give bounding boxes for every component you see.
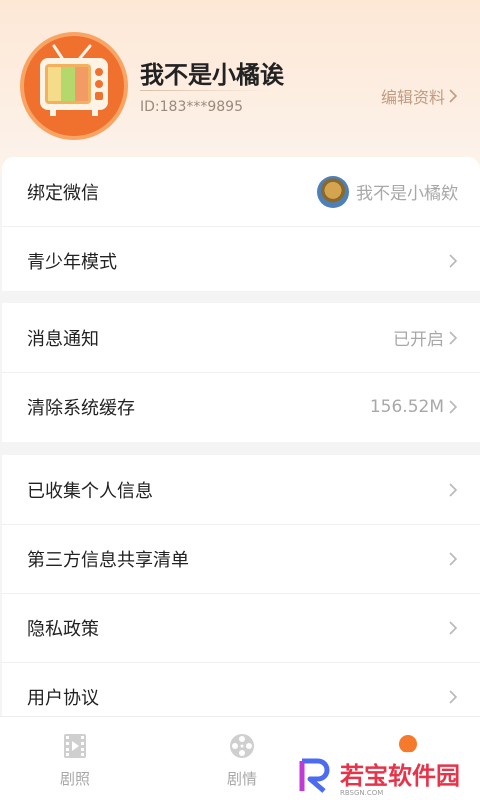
watermark-text: 若宝软件园 bbox=[340, 762, 460, 790]
chevron-right-icon bbox=[449, 552, 458, 566]
personal-info-label: 已收集个人信息 bbox=[27, 480, 153, 502]
bind-wechat-label: 绑定微信 bbox=[27, 182, 99, 204]
user-nickname: 我不是小橘诶 bbox=[140, 61, 284, 89]
teen-mode-row[interactable]: 青少年模式 bbox=[2, 226, 480, 295]
chevron-right-icon bbox=[449, 482, 458, 497]
user-id: ID:183***9895 bbox=[140, 99, 243, 115]
privacy-policy-label: 隐私政策 bbox=[27, 619, 99, 640]
third-party-sharing-label: 第三方信息共享清单 bbox=[27, 550, 189, 571]
chevron-right-icon bbox=[449, 89, 458, 103]
account-card: 绑定微信 我不是小橘欸 青少年模式 bbox=[2, 157, 480, 291]
bind-wechat-row[interactable]: 绑定微信 我不是小橘欸 bbox=[2, 157, 480, 226]
header-divider bbox=[140, 90, 270, 91]
film-icon bbox=[64, 734, 86, 758]
tab-me[interactable] bbox=[368, 727, 448, 753]
edit-profile-button[interactable]: 编辑资料 bbox=[381, 84, 458, 108]
privacy-card: 已收集个人信息 第三方信息共享清单 隐私政策 用户协议 bbox=[2, 455, 480, 735]
tab-plot[interactable]: 剧情 bbox=[202, 731, 282, 789]
third-party-sharing-row[interactable]: 第三方信息共享清单 bbox=[2, 524, 480, 593]
settings-card: 消息通知 已开启 清除系统缓存 156.52M bbox=[2, 303, 480, 442]
profile-header: 我不是小橘诶 ID:183***9895 编辑资料 bbox=[0, 0, 480, 175]
tab-stills-label: 剧照 bbox=[59, 770, 90, 788]
wechat-avatar bbox=[317, 175, 349, 208]
watermark-r-icon bbox=[299, 758, 330, 793]
privacy-policy-row[interactable]: 隐私政策 bbox=[2, 593, 480, 662]
notification-row[interactable]: 消息通知 已开启 bbox=[2, 303, 480, 372]
chevron-right-icon bbox=[449, 400, 458, 414]
me-icon bbox=[399, 735, 417, 753]
teen-mode-label: 青少年模式 bbox=[27, 252, 117, 273]
notification-status: 已开启 bbox=[393, 330, 444, 350]
tab-stills[interactable]: 剧照 bbox=[35, 731, 115, 789]
tv-icon bbox=[40, 44, 108, 116]
clear-cache-label: 清除系统缓存 bbox=[27, 398, 135, 419]
film-reel-icon bbox=[230, 734, 254, 758]
chevron-right-icon bbox=[449, 330, 458, 345]
user-avatar[interactable] bbox=[20, 32, 128, 140]
wechat-name: 我不是小橘欸 bbox=[356, 184, 458, 204]
chevron-right-icon bbox=[449, 690, 458, 704]
tab-plot-label: 剧情 bbox=[226, 770, 257, 788]
notification-label: 消息通知 bbox=[27, 328, 99, 350]
watermark-subtext: RBSGN.COM bbox=[340, 789, 384, 797]
chevron-right-icon bbox=[449, 621, 458, 635]
watermark-logo: 若宝软件园 RBSGN.COM bbox=[296, 752, 480, 800]
chevron-right-icon bbox=[449, 254, 458, 268]
user-agreement-label: 用户协议 bbox=[27, 688, 99, 709]
clear-cache-row[interactable]: 清除系统缓存 156.52M bbox=[2, 372, 480, 441]
edit-profile-label: 编辑资料 bbox=[380, 88, 445, 107]
personal-info-row[interactable]: 已收集个人信息 bbox=[2, 455, 480, 524]
cache-size: 156.52M bbox=[369, 397, 444, 417]
